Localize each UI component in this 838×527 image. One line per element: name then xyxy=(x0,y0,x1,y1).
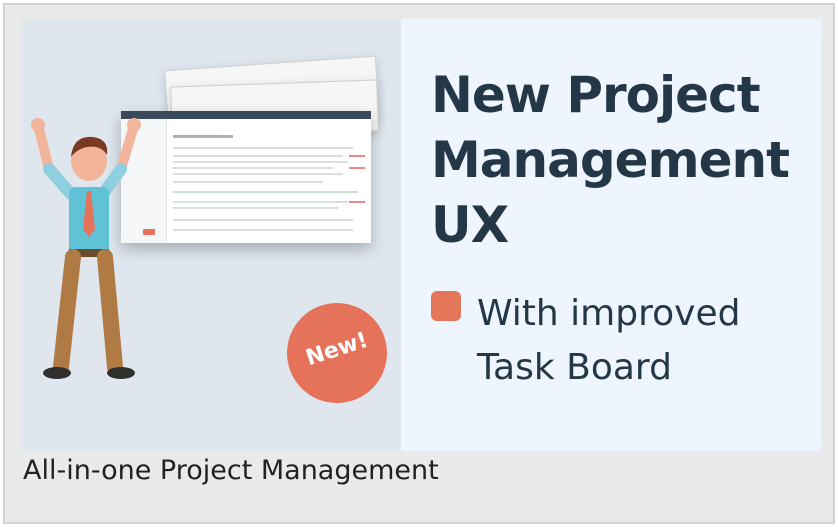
banner-headline: New Project Management UX xyxy=(431,63,811,258)
app-screenshot-mockup xyxy=(121,111,371,243)
promo-banner[interactable]: New! New Project Management UX With impr… xyxy=(21,19,821,451)
subline-line-2: Task Board xyxy=(477,347,672,388)
mockup-top-bar xyxy=(121,111,371,119)
banner-subline: With improved Task Board xyxy=(477,287,817,395)
card-caption[interactable]: All-in-one Project Management xyxy=(23,455,439,486)
bullet-square-icon xyxy=(431,291,461,321)
headline-line-1: New Project xyxy=(431,66,761,124)
headline-line-2: Management xyxy=(431,131,790,189)
project-card[interactable]: New! New Project Management UX With impr… xyxy=(3,3,835,524)
headline-line-3: UX xyxy=(431,196,509,254)
cheering-person-illustration xyxy=(31,118,141,379)
subline-line-1: With improved xyxy=(477,293,741,334)
new-badge-label: New! xyxy=(302,327,372,372)
new-badge: New! xyxy=(287,303,387,403)
